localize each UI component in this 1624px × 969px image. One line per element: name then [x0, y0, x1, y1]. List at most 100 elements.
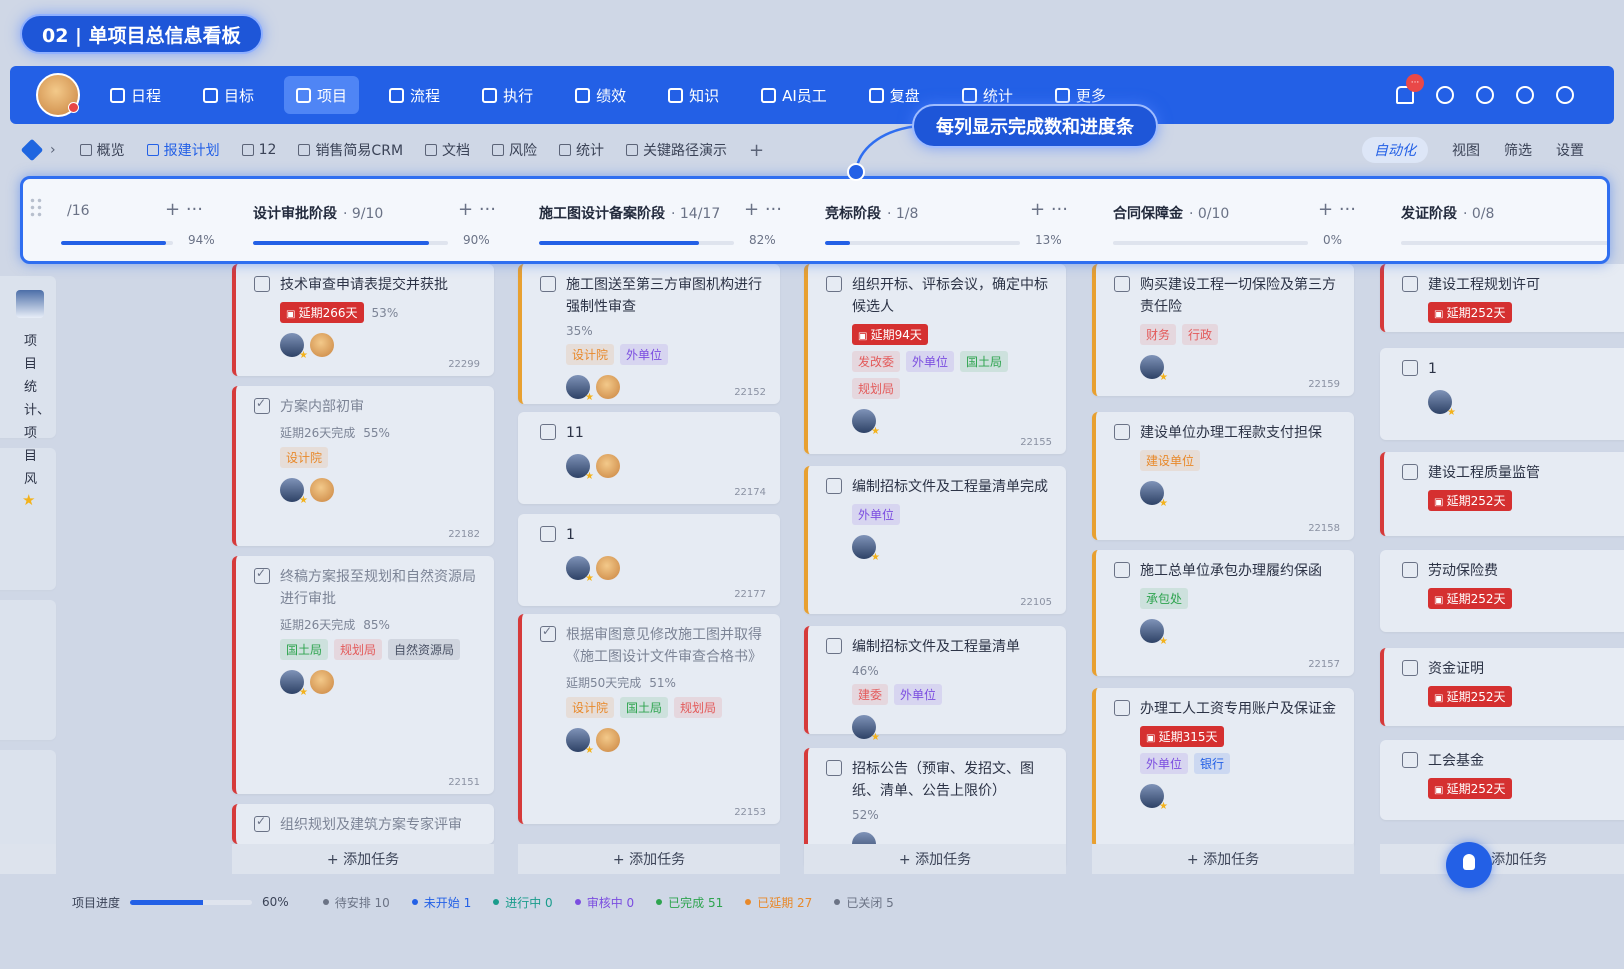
panel-thumbnail[interactable]	[16, 290, 44, 318]
task-card[interactable]: 资金证明延期252天	[1380, 648, 1624, 726]
add-column-task-icon[interactable]: +	[165, 199, 180, 220]
task-checkbox[interactable]	[540, 624, 556, 642]
task-checkbox[interactable]	[1402, 660, 1418, 676]
assignee-avatar[interactable]	[596, 375, 620, 399]
nav-item-2[interactable]: 项目	[284, 76, 360, 114]
task-checkbox[interactable]	[540, 276, 556, 292]
subbar-tab-4[interactable]: 文档	[425, 140, 470, 160]
status-item[interactable]: 已完成 51	[656, 894, 723, 911]
task-card[interactable]: 方案内部初审延期26天完成 55% 设计院 22182	[232, 386, 494, 546]
task-card[interactable]: 编制招标文件及工程量清单 46% 建委 外单位	[804, 626, 1066, 743]
nav-item-0[interactable]: 日程	[98, 76, 173, 114]
assignee-avatar[interactable]	[566, 375, 594, 403]
panel-label[interactable]: 项目统计、项目风	[24, 330, 50, 491]
task-card[interactable]: 建设工程质量监管延期252天	[1380, 452, 1624, 536]
nav-item-3[interactable]: 流程	[377, 76, 452, 114]
more-icon[interactable]: ···	[759, 199, 782, 220]
task-checkbox[interactable]	[1114, 700, 1130, 716]
assignee-avatar[interactable]	[852, 715, 880, 743]
assignee-avatar[interactable]	[1140, 619, 1168, 647]
status-item[interactable]: 审核中 0	[574, 894, 634, 911]
add-column-task-icon[interactable]: +	[744, 199, 759, 220]
assignee-avatar[interactable]	[280, 670, 308, 698]
assignee-avatar[interactable]	[310, 478, 334, 502]
chevron-right-icon[interactable]: ›	[50, 142, 56, 158]
task-card[interactable]: 工会基金延期252天	[1380, 740, 1624, 820]
subbar-tab-7[interactable]: 关键路径演示	[626, 140, 727, 160]
filter-button[interactable]: 筛选	[1504, 140, 1532, 160]
add-task-button[interactable]: + 添加任务	[1380, 844, 1624, 874]
help-icon[interactable]	[1556, 86, 1574, 104]
task-checkbox[interactable]	[1114, 276, 1130, 292]
assignee-avatar[interactable]	[1140, 481, 1168, 509]
settings-button[interactable]: 设置	[1556, 140, 1584, 160]
task-card[interactable]: 办理工人工资专用账户及保证金延期315天外单位银行	[1092, 688, 1354, 848]
status-item[interactable]: 进行中 0	[493, 894, 553, 911]
task-checkbox[interactable]	[540, 424, 556, 440]
search-icon[interactable]	[1436, 86, 1454, 104]
subbar-tab-6[interactable]: 统计	[559, 140, 604, 160]
nav-item-6[interactable]: 知识	[656, 76, 731, 114]
assignee-avatar[interactable]	[310, 670, 334, 694]
task-checkbox[interactable]	[826, 760, 842, 776]
task-checkbox[interactable]	[254, 814, 270, 832]
task-checkbox[interactable]	[1402, 752, 1418, 768]
nav-item-5[interactable]: 绩效	[563, 76, 638, 114]
task-card[interactable]: 施工图送至第三方审图机构进行强制性审查 35% 设计院外单位 22152	[518, 264, 780, 404]
assignee-avatar[interactable]	[310, 333, 334, 357]
subbar-tab-3[interactable]: 销售简易CRM	[298, 140, 403, 160]
task-card[interactable]: 购买建设工程一切保险及第三方责任险财务行政 22159	[1092, 264, 1354, 396]
task-card[interactable]: 编制招标文件及工程量清单完成外单位 22105	[804, 466, 1066, 614]
task-card[interactable]: 技术审查申请表提交并获批延期266天 53% 22299	[232, 264, 494, 376]
task-checkbox[interactable]	[1402, 276, 1418, 292]
assignee-avatar[interactable]	[852, 409, 880, 437]
nav-item-4[interactable]: 执行	[470, 76, 545, 114]
task-checkbox[interactable]	[1402, 562, 1418, 578]
add-task-button[interactable]: + 添加任务	[1092, 844, 1354, 874]
task-checkbox[interactable]	[254, 396, 270, 414]
task-checkbox[interactable]	[826, 478, 842, 494]
task-card[interactable]: 根据审图意见修改施工图并取得《施工图设计文件审查合格书》延期50天完成 51% 设计…	[518, 614, 780, 824]
more-icon[interactable]: ···	[1045, 199, 1068, 220]
drag-handle-icon[interactable]	[29, 197, 43, 217]
more-icon[interactable]: ···	[473, 199, 496, 220]
task-card[interactable]: 11 22174	[518, 412, 780, 504]
add-view-icon[interactable]: +	[749, 140, 764, 161]
assignee-avatar[interactable]	[596, 556, 620, 580]
add-column-task-icon[interactable]: +	[1030, 199, 1045, 220]
subbar-tab-0[interactable]: 概览	[79, 140, 125, 160]
user-avatar[interactable]	[36, 73, 80, 117]
more-icon[interactable]: ···	[1333, 199, 1356, 220]
task-checkbox[interactable]	[1114, 562, 1130, 578]
task-card[interactable]: 组织规划及建筑方案专家评审	[232, 804, 494, 874]
status-item[interactable]: 待安排 10	[322, 894, 390, 911]
view-button[interactable]: 视图	[1452, 140, 1480, 160]
task-checkbox[interactable]	[1402, 464, 1418, 480]
add-task-button[interactable]: + 添加任务	[804, 844, 1066, 874]
status-item[interactable]: 已延期 27	[745, 894, 812, 911]
status-item[interactable]: 已关闭 5	[834, 894, 894, 911]
assignee-avatar[interactable]	[1140, 784, 1168, 812]
assignee-avatar[interactable]	[280, 478, 308, 506]
task-checkbox[interactable]	[254, 276, 270, 292]
task-card[interactable]: 建设工程规划许可延期252天	[1380, 264, 1624, 332]
assignee-avatar[interactable]	[566, 454, 594, 482]
task-checkbox[interactable]	[826, 276, 842, 292]
status-item[interactable]: 未开始 1	[411, 894, 471, 911]
gear-icon[interactable]	[1516, 86, 1534, 104]
project-cube-icon[interactable]	[20, 138, 44, 162]
add-task-button[interactable]: + 添加任务	[232, 844, 494, 874]
star-icon[interactable]: ★	[22, 491, 54, 509]
assistant-float-button[interactable]	[1446, 842, 1492, 888]
bell-icon[interactable]: ···	[1396, 74, 1424, 104]
add-column-task-icon[interactable]: +	[1318, 199, 1333, 220]
subbar-tab-5[interactable]: 风险	[492, 140, 537, 160]
nav-item-7[interactable]: AI员工	[749, 76, 839, 114]
task-checkbox[interactable]	[1402, 360, 1418, 376]
assignee-avatar[interactable]	[1428, 390, 1456, 418]
assignee-avatar[interactable]	[1140, 355, 1168, 383]
info-icon[interactable]	[1476, 86, 1494, 104]
task-card[interactable]: 建设单位办理工程款支付担保建设单位 22158	[1092, 412, 1354, 540]
assignee-avatar[interactable]	[596, 728, 620, 752]
more-icon[interactable]: ···	[180, 199, 203, 220]
